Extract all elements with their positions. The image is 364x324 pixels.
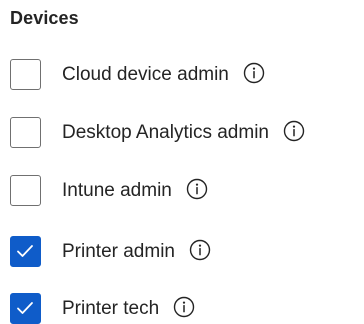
checkmark-icon (17, 245, 33, 257)
info-icon[interactable] (173, 296, 195, 318)
info-icon[interactable] (283, 120, 305, 142)
role-label: Printer admin (62, 241, 175, 263)
role-label: Printer tech (62, 298, 160, 320)
checkmark-icon (17, 302, 33, 314)
info-icon[interactable] (243, 62, 265, 84)
role-label: Intune admin (62, 180, 172, 202)
role-label: Cloud device admin (62, 64, 229, 86)
checkbox[interactable] (10, 293, 41, 324)
checkbox[interactable] (10, 236, 41, 267)
devices-role-panel: Devices Cloud device admin Desktop Analy… (0, 0, 364, 324)
info-icon[interactable] (186, 178, 208, 200)
info-icon[interactable] (189, 239, 211, 261)
checkbox[interactable] (10, 175, 41, 206)
checkbox[interactable] (10, 117, 41, 148)
section-title: Devices (10, 8, 79, 28)
role-label: Desktop Analytics admin (62, 122, 269, 144)
checkbox[interactable] (10, 59, 41, 90)
